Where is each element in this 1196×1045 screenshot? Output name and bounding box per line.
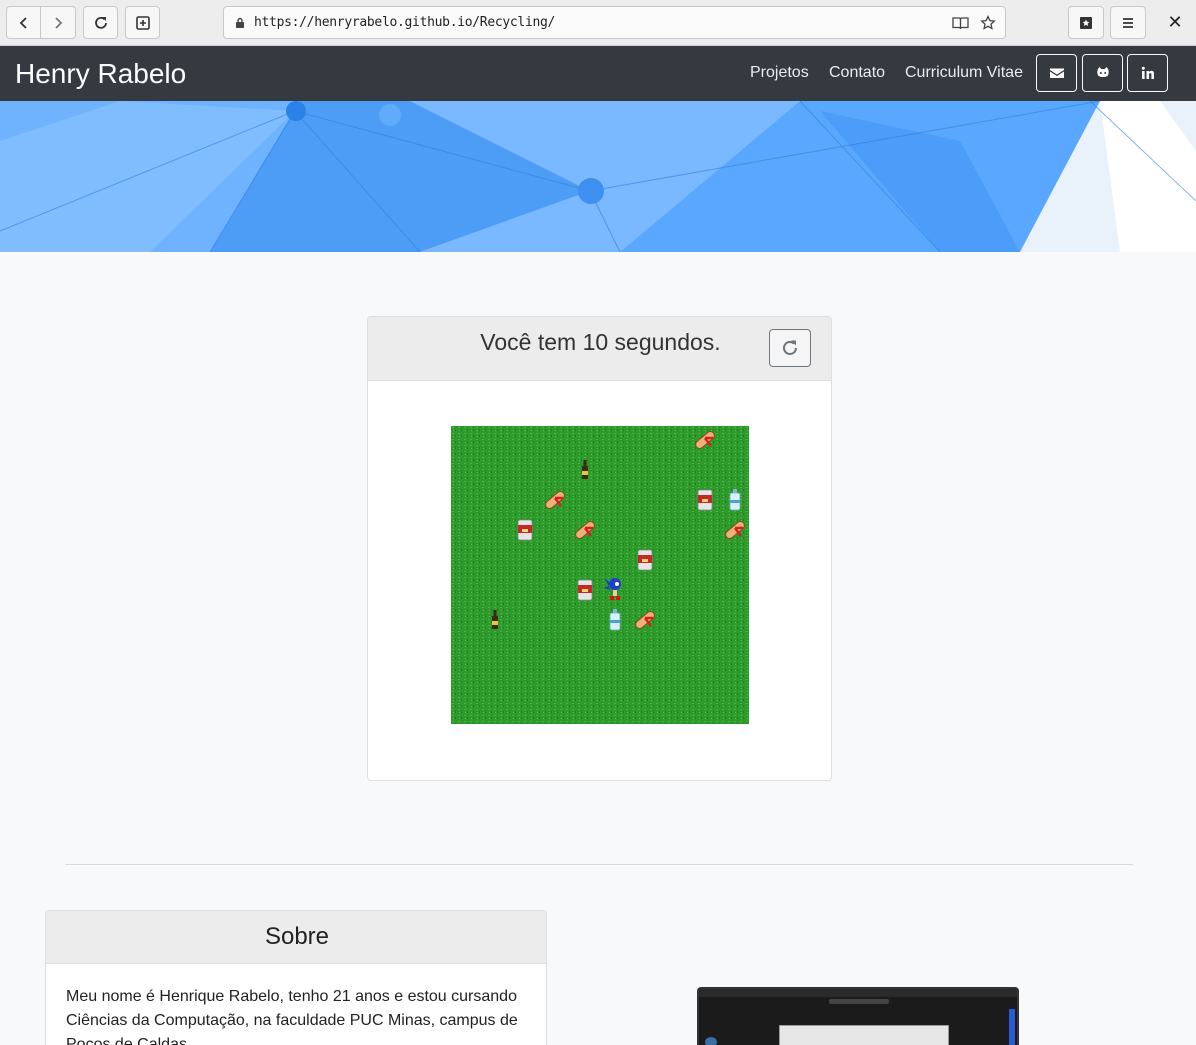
about-card: Sobre Meu nome é Henrique Rabelo, tenho … (45, 910, 547, 1045)
about-title: Sobre (264, 923, 330, 950)
linkedin-icon (1141, 66, 1154, 79)
new-tab-button[interactable] (125, 6, 160, 39)
section-divider (65, 864, 1133, 865)
github-icon (1096, 67, 1109, 77)
timer-title: Você tem 10 segundos. (480, 329, 721, 355)
bookmark-star-icon (1080, 16, 1092, 29)
about-text: Meu nome é Henrique Rabelo, tenho 21 ano… (66, 988, 518, 1045)
chevron-left-icon (19, 16, 27, 29)
bookmarks-button[interactable] (1068, 6, 1104, 39)
lock-icon (236, 17, 244, 28)
can-sprite (697, 489, 713, 511)
site-navbar: Henry Rabelo Projetos Contato Curriculum… (0, 46, 1196, 101)
menu-button[interactable] (1110, 6, 1146, 39)
game-field-canvas (451, 426, 749, 724)
email-button[interactable] (1036, 54, 1077, 92)
star-icon[interactable] (980, 15, 996, 31)
envelope-icon (1049, 68, 1064, 78)
can-sprite (517, 519, 533, 541)
back-button[interactable] (6, 6, 41, 39)
nav-link-contato[interactable]: Contato (829, 64, 885, 82)
browser-toolbar: https://henryrabelo.github.io/Recycling/… (0, 0, 1196, 46)
reader-view-icon[interactable] (952, 16, 969, 30)
github-button[interactable] (1082, 54, 1123, 92)
reset-button[interactable] (769, 329, 811, 367)
new-tab-icon (135, 15, 150, 30)
hamburger-icon (1123, 17, 1133, 28)
can-sprite (577, 579, 593, 601)
nav-link-curriculum[interactable]: Curriculum Vitae (905, 64, 1023, 82)
game-field[interactable] (451, 426, 749, 724)
linkedin-button[interactable] (1127, 54, 1168, 92)
can-sprite (637, 549, 653, 571)
nav-link-projetos[interactable]: Projetos (750, 64, 809, 82)
address-bar[interactable]: https://henryrabelo.github.io/Recycling/ (223, 6, 1006, 39)
chevron-right-icon (55, 16, 63, 29)
hero-banner (0, 101, 1196, 252)
url-text: https://henryrabelo.github.io/Recycling/ (254, 15, 556, 30)
about-card-header: Sobre (46, 911, 546, 964)
reload-icon (94, 16, 107, 29)
forward-button[interactable] (40, 6, 76, 39)
refresh-icon (783, 340, 797, 355)
laptop-screenshot-image (697, 987, 1019, 1045)
polygon-background (0, 101, 1196, 252)
site-brand[interactable]: Henry Rabelo (15, 58, 186, 90)
reload-button[interactable] (83, 6, 118, 39)
close-window-button[interactable]: ✕ (1160, 6, 1190, 39)
game-card-header: Você tem 10 segundos. (368, 317, 831, 381)
